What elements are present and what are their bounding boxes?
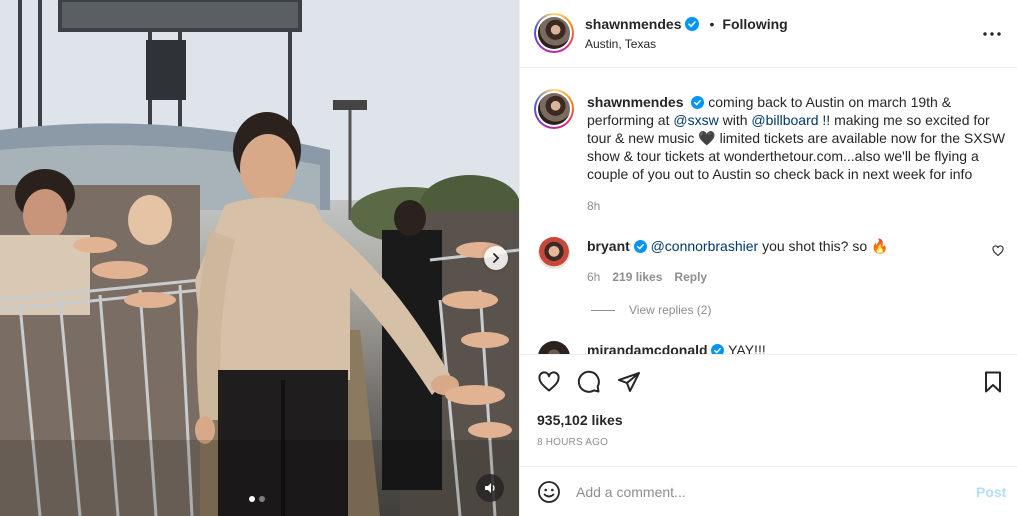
following-button[interactable]: Following: [722, 16, 787, 32]
reply-button[interactable]: Reply: [674, 270, 707, 284]
commenter-avatar[interactable]: [538, 237, 570, 269]
action-bar: [520, 356, 1017, 406]
post-comment-button[interactable]: Post: [976, 484, 1006, 500]
comment-text: you shot this? so 🔥: [762, 238, 889, 254]
verified-badge-icon: [691, 96, 705, 109]
comment-body: bryant @connorbrashier you shot this? so…: [587, 237, 967, 255]
separator-dot: •: [709, 16, 715, 32]
comment-text: YAY!!!: [728, 342, 766, 355]
caption-text: with: [722, 112, 748, 128]
commenter-username[interactable]: bryant: [587, 238, 630, 254]
post-media[interactable]: [0, 0, 519, 516]
comment-composer: Post: [520, 466, 1017, 516]
post-caption: shawnmendes coming back to Austin on mar…: [587, 93, 1007, 183]
commenter-username[interactable]: mirandamcdonald: [587, 342, 708, 354]
chevron-right-icon: [493, 253, 500, 263]
post-timestamp[interactable]: 8 HOURS AGO: [537, 437, 608, 448]
emoji-button[interactable]: [537, 480, 561, 504]
verified-badge-icon: [633, 240, 647, 253]
comments-list[interactable]: shawnmendes coming back to Austin on mar…: [520, 69, 1017, 355]
smiley-icon: [538, 481, 560, 503]
verified-badge-icon: [685, 17, 700, 31]
save-button[interactable]: [981, 370, 1005, 394]
caption-timestamp[interactable]: 8h: [587, 199, 600, 213]
author-avatar[interactable]: [534, 13, 574, 53]
more-horizontal-icon: [983, 32, 1001, 36]
likes-count[interactable]: 935,102 likes: [537, 412, 623, 428]
comment-meta: 6h 219 likes Reply: [587, 270, 707, 284]
like-button[interactable]: [537, 370, 561, 394]
carousel-dot: [259, 496, 265, 502]
view-replies-label: View replies (2): [629, 303, 712, 317]
comment-like-button[interactable]: [992, 244, 1004, 262]
paper-plane-icon: [618, 372, 640, 392]
post-header: shawnmendes • Following Austin, Texas: [520, 0, 1017, 68]
heart-icon: [538, 371, 560, 392]
carousel-dot-active: [249, 496, 255, 502]
comment-timestamp[interactable]: 6h: [587, 270, 600, 284]
view-replies-button[interactable]: View replies (2): [591, 303, 711, 317]
audio-toggle-button[interactable]: [476, 474, 504, 502]
author-line: shawnmendes • Following: [585, 16, 788, 32]
caption-author-avatar[interactable]: [534, 89, 574, 129]
verified-badge-icon: [711, 344, 725, 354]
more-options-button[interactable]: [980, 22, 1004, 46]
replies-divider: [591, 309, 615, 311]
mention-link-connorbrashier[interactable]: @connorbrashier: [651, 238, 759, 254]
post-location[interactable]: Austin, Texas: [585, 37, 656, 51]
caption-username[interactable]: shawnmendes: [587, 94, 683, 110]
bookmark-icon: [985, 371, 1001, 393]
heart-icon: [992, 245, 1004, 257]
share-button[interactable]: [617, 370, 641, 394]
comment-icon: [577, 370, 600, 393]
next-slide-button[interactable]: [484, 246, 508, 270]
comment-likes[interactable]: 219 likes: [612, 270, 662, 284]
carousel-indicator: [249, 496, 265, 502]
mention-link-billboard[interactable]: @billboard: [751, 112, 818, 128]
speaker-icon: [485, 483, 495, 493]
post-details-panel: shawnmendes • Following Austin, Texas sh…: [519, 0, 1017, 516]
mention-link-sxsw[interactable]: @sxsw: [673, 112, 718, 128]
comment-body: mirandamcdonald YAY!!!: [587, 342, 766, 355]
comment-input[interactable]: [576, 480, 956, 504]
commenter-avatar[interactable]: [538, 341, 570, 354]
comment-button[interactable]: [577, 370, 601, 394]
author-username[interactable]: shawnmendes: [585, 16, 681, 32]
concert-photo: [0, 0, 519, 516]
